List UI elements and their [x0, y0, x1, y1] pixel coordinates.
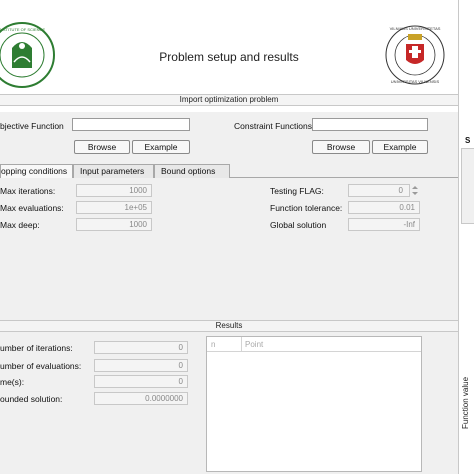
global-solution-label: Global solution: [270, 220, 327, 230]
max-evaluations-field[interactable]: 1e+05: [76, 201, 152, 214]
tab-bound-options[interactable]: Bound options: [154, 164, 230, 178]
spinner-arrows-icon[interactable]: [410, 184, 420, 197]
svg-text:VILNIAUS UNIVERSITETAS: VILNIAUS UNIVERSITETAS: [390, 26, 441, 31]
objective-example-button[interactable]: Example: [132, 140, 190, 154]
objective-function-input[interactable]: [72, 118, 190, 131]
svg-text:UNIVERSITAS VILNENSIS: UNIVERSITAS VILNENSIS: [391, 79, 440, 84]
max-iterations-label: Max iterations:: [0, 186, 56, 196]
function-value-axis-label: Function value: [461, 376, 470, 429]
bounded-solution-label: ounded solution:: [0, 394, 63, 404]
table-header-n: n: [211, 340, 216, 349]
constraint-browse-button[interactable]: Browse: [312, 140, 370, 154]
evaluations-count-field: 0: [94, 359, 188, 372]
bounded-solution-field: 0.0000000: [94, 392, 188, 405]
tab-stopping-conditions[interactable]: opping conditions: [0, 164, 73, 178]
table-column-divider: [241, 337, 242, 351]
global-solution-field[interactable]: -Inf: [348, 218, 420, 231]
time-field: 0: [94, 375, 188, 388]
time-label: me(s):: [0, 377, 25, 387]
iterations-count-label: umber of iterations:: [0, 343, 73, 353]
max-evaluations-label: Max evaluations:: [0, 203, 64, 213]
constraint-functions-label: Constraint Functions: [234, 121, 312, 131]
constraint-functions-input[interactable]: [312, 118, 428, 131]
testing-flag-field[interactable]: 0: [348, 184, 410, 197]
vilnius-university-logo: VILNIAUS UNIVERSITETAS UNIVERSITAS VILNE…: [384, 22, 446, 88]
import-panel-title: Import optimization problem: [0, 94, 458, 106]
table-header-point: Point: [245, 340, 264, 349]
tab-input-parameters[interactable]: Input parameters: [73, 164, 154, 178]
iterations-count-field: 0: [94, 341, 188, 354]
function-tolerance-label: Function tolerance:: [270, 203, 343, 213]
right-panel-letter: S: [465, 136, 471, 145]
results-panel-title: Results: [0, 320, 458, 332]
right-panel-box: [461, 148, 474, 224]
max-iterations-field[interactable]: 1000: [76, 184, 152, 197]
objective-function-label: bjective Function: [0, 121, 64, 131]
objective-browse-button[interactable]: Browse: [74, 140, 130, 154]
max-deep-field[interactable]: 1000: [76, 218, 152, 231]
testing-flag-label: Testing FLAG:: [270, 186, 324, 196]
constraint-example-button[interactable]: Example: [372, 140, 428, 154]
function-tolerance-field[interactable]: 0.01: [348, 201, 420, 214]
evaluations-count-label: umber of evaluations:: [0, 361, 82, 371]
page-title: Problem setup and results: [159, 50, 299, 64]
results-table[interactable]: n Point: [206, 336, 422, 472]
max-deep-label: Max deep:: [0, 220, 40, 230]
svg-text:INSTITUTE OF SCIENCE: INSTITUTE OF SCIENCE: [0, 27, 45, 32]
results-table-header: [207, 337, 421, 352]
